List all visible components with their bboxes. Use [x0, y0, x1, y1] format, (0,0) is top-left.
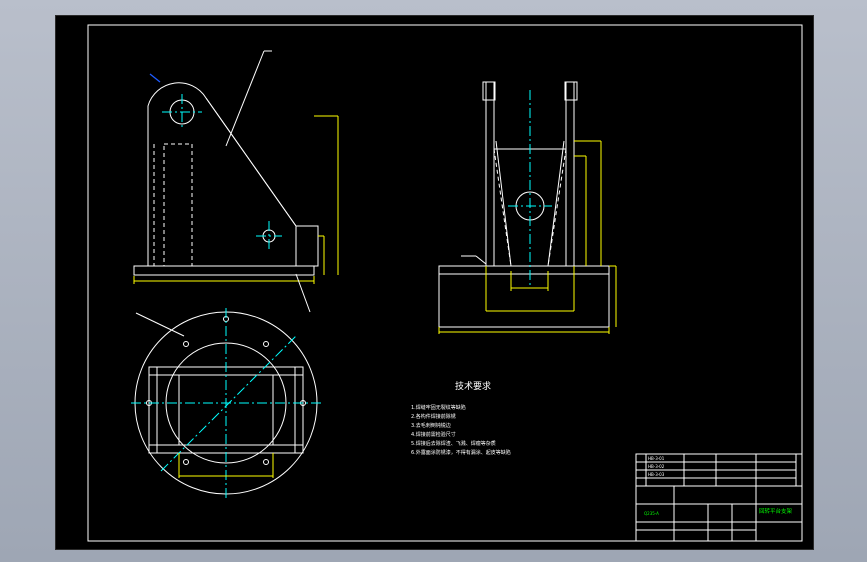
svg-text:HB-3-02: HB-3-02: [648, 464, 665, 469]
svg-text:HB-3-01: HB-3-01: [648, 456, 665, 461]
note-3: 3.去毛刺倒钝锐边: [411, 422, 451, 429]
note-5: 5.焊接后去除焊渣、飞溅、焊瘤等杂质: [411, 440, 496, 447]
drawing-frame: [87, 24, 803, 542]
drawing-name: 回转平台支架: [759, 507, 793, 515]
side-view: [133, 50, 339, 313]
material-text: Q235-A: [644, 511, 659, 516]
note-6: 6.外露面涂防锈漆，不得有漏涂、起皮等缺陷: [411, 449, 511, 456]
title-block: HB-3-01 HB-3-02 HB-3-03 Q235-A 回转平台支架: [635, 453, 803, 542]
front-base-plate: [438, 265, 610, 275]
front-left-wall: [485, 81, 495, 267]
note-1: 1.焊缝牢固无裂纹等缺陷: [411, 404, 466, 411]
front-pedestal: [438, 273, 610, 328]
tech-notes: 技术要求 1.焊缝牢固无裂纹等缺陷 2.各构件焊接前除锈 3.去毛刺倒钝锐边 4…: [411, 380, 511, 456]
side-hidden-rib: [163, 143, 193, 267]
front-view: [438, 81, 617, 334]
front-right-wall: [565, 81, 575, 267]
top-view: [131, 308, 321, 498]
drawing-sheet[interactable]: 技术要求 1.焊缝牢固无裂纹等缺陷 2.各构件焊接前除锈 3.去毛刺倒钝锐边 4…: [55, 15, 814, 550]
note-2: 2.各构件焊接前除锈: [411, 413, 456, 420]
drawing-canvas: 技术要求 1.焊缝牢固无裂纹等缺陷 2.各构件焊接前除锈 3.去毛刺倒钝锐边 4…: [87, 24, 803, 542]
cad-viewport[interactable]: 技术要求 1.焊缝牢固无裂纹等缺陷 2.各构件焊接前除锈 3.去毛刺倒钝锐边 4…: [0, 0, 867, 562]
note-4: 4.焊接前需检验尺寸: [411, 431, 456, 438]
side-base-plate: [133, 265, 315, 276]
tech-title: 技术要求: [455, 380, 491, 392]
svg-text:HB-3-03: HB-3-03: [648, 472, 665, 477]
